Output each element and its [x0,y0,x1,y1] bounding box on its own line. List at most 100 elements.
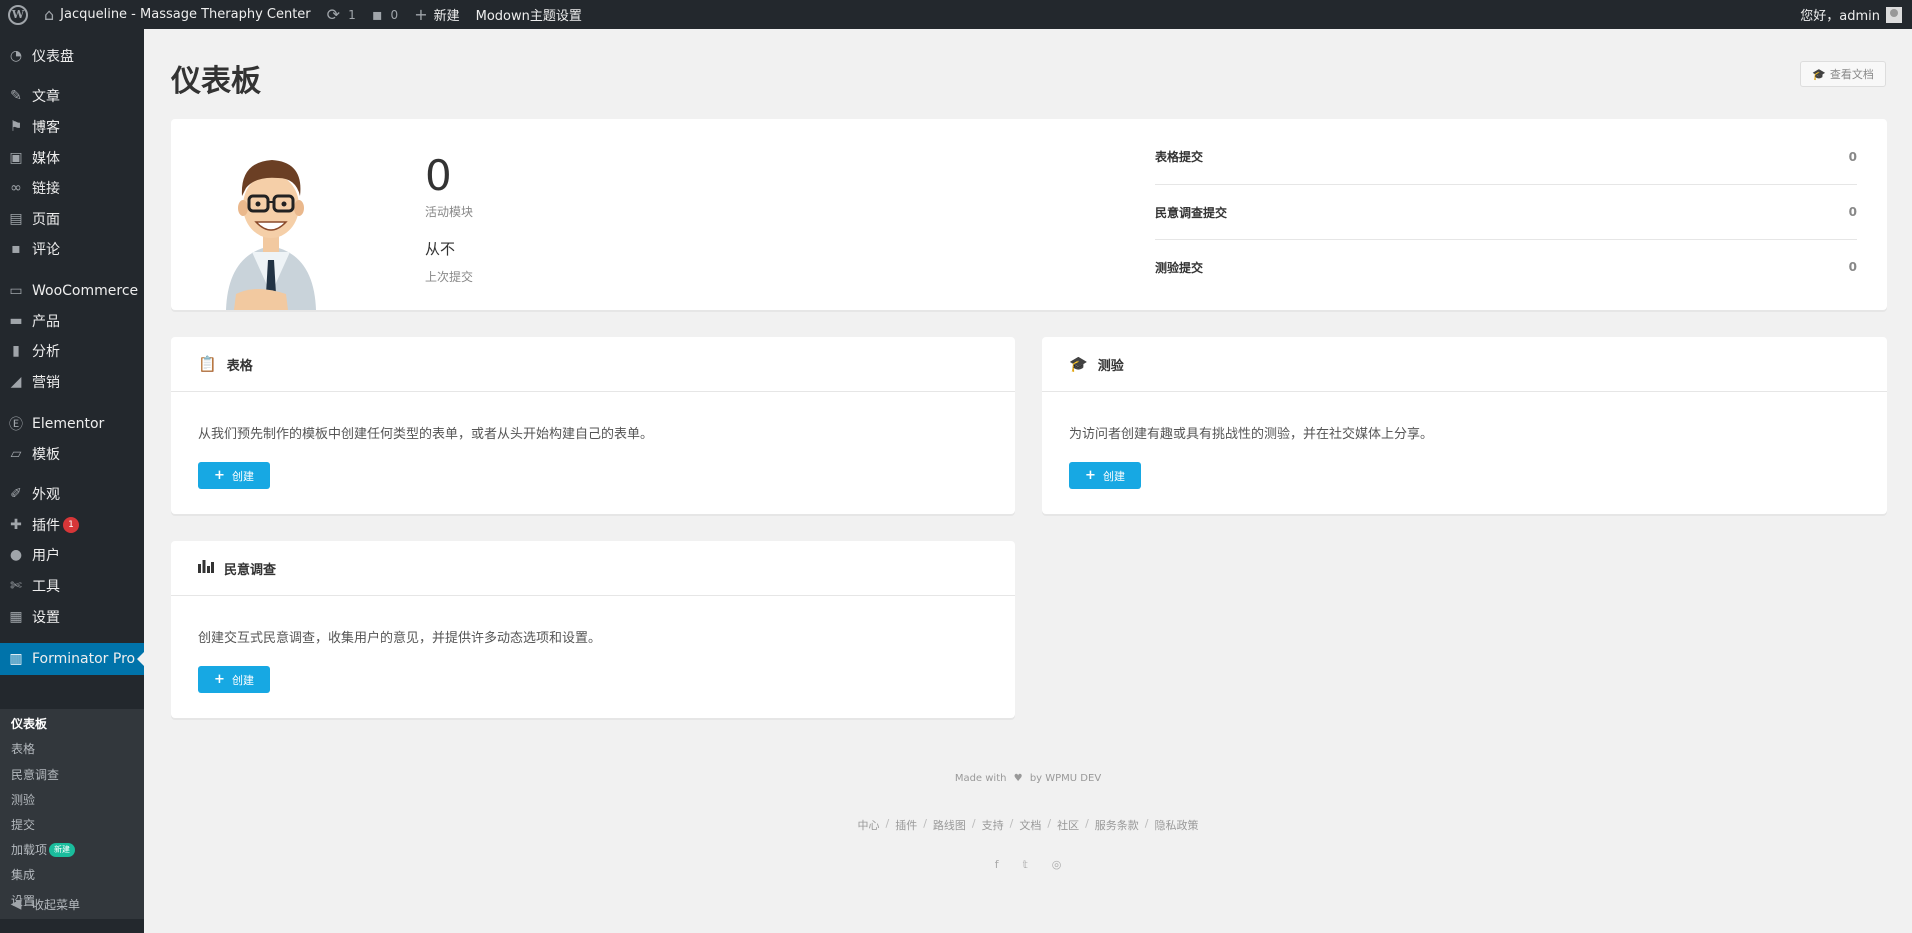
polls-module-description: 创建交互式民意调查，收集用户的意见，并提供许多动态选项和设置。 [198,631,602,646]
forms-module-card: 📋 表格 从我们预先制作的模板中创建任何类型的表单，或者从头开始构建自己的表单。… [171,337,1015,514]
quizzes-module-title: 测验 [1097,358,1124,374]
sidebar-item-users[interactable]: ● 用户 [0,542,144,568]
account-menu[interactable]: 您好，admin [1800,5,1912,24]
sidebar-item-settings[interactable]: ▦ 设置 [0,604,144,630]
pin-icon: ✎ [10,88,22,104]
footer-link-community[interactable]: 社区 [1057,817,1079,833]
footer-link-roadmap[interactable]: 路线图 [933,817,966,833]
instagram-icon[interactable]: ◎ [1052,858,1062,871]
plus-icon: + [214,672,225,687]
plus-icon: + [214,468,225,483]
footer-link-docs[interactable]: 文档 [1019,817,1041,833]
view-docs-button[interactable]: 🎓 查看文档 [1800,61,1886,87]
archive-icon: ▬ [9,313,23,329]
wordpress-icon: W [8,4,28,25]
sidebar-item-dashboard[interactable]: ◔ 仪表盘 [0,43,144,69]
forminator-submenu: 仪表板 表格 民意调查 测验 提交 加载项 新建 集成 设置 [0,709,144,919]
sidebar-item-analytics[interactable]: ▮ 分析 [0,338,144,364]
sidebar-item-templates[interactable]: ▱ 模板 [0,441,144,467]
sidebar-item-elementor[interactable]: Ⓔ Elementor [0,411,144,437]
new-content-menu[interactable]: + 新建 [406,0,467,29]
footer-link-privacy[interactable]: 隐私政策 [1155,817,1199,833]
footer-link-plugins[interactable]: 插件 [895,817,917,833]
stat-row-quiz-submissions: 测验提交 0 [1155,239,1857,294]
page-icon: ▤ [9,211,23,227]
theme-settings-link[interactable]: Modown主题设置 [468,0,590,29]
sidebar-item-comments[interactable]: ▪ 评论 [0,236,144,262]
sidebar-item-tools[interactable]: ✄ 工具 [0,573,144,599]
last-submission-label: 上次提交 [425,270,474,284]
sidebar-item-appearance[interactable]: ✐ 外观 [0,481,144,507]
create-label: 创建 [231,673,254,687]
sidebar-item-media[interactable]: ▣ 媒体 [0,145,144,171]
sidebar-item-products[interactable]: ▬ 产品 [0,308,144,334]
brush-icon: ✐ [10,486,22,502]
stat-name: 表格提交 [1155,150,1204,164]
footer-separator: / [923,817,927,830]
new-badge: 新建 [49,842,76,857]
updates-count: 1 [348,7,356,22]
create-quiz-button[interactable]: + 创建 [1069,462,1141,489]
create-label: 创建 [1102,469,1125,483]
submenu-dashboard[interactable]: 仪表板 [11,715,47,732]
submenu-integrations[interactable]: 集成 [11,866,35,883]
plus-icon: + [414,4,428,24]
sidebar-item-plugins[interactable]: ✚ 插件 1 [0,512,144,538]
sidebar-item-label: 插件 [32,518,60,534]
woo-icon: ▭ [9,283,23,299]
page-title: 仪表板 [171,64,261,99]
footer-separator: / [1047,817,1052,830]
submenu-submissions[interactable]: 提交 [11,816,35,833]
sidebar-item-label: 用户 [32,548,60,564]
collapse-menu-button[interactable]: ◀ 收起菜单 [0,891,144,917]
submenu-label: 加载项 [11,843,48,857]
collapse-icon: ◀ [10,896,22,912]
footer-link-hub[interactable]: 中心 [857,817,879,833]
stat-value: 0 [1848,149,1857,164]
submenu-label: 民意调查 [11,768,60,782]
greeting: 您好，admin [1800,9,1880,24]
sidebar-item-posts[interactable]: ✎ 文章 [0,83,144,109]
updates-link[interactable]: ⟳ 1 [319,0,364,29]
site-name-link[interactable]: ⌂ Jacqueline - Massage Theraphy Center [36,0,319,29]
footer-credit: Made with ♥ by WPMU DEV [144,773,1912,784]
footer-separator: / [885,817,890,830]
comment-icon: ▪ [11,241,21,257]
settings-icon: ▦ [9,609,23,625]
submenu-quizzes[interactable]: 测验 [11,791,35,808]
submenu-label: 提交 [11,818,36,832]
polls-module-card: 民意调查 创建交互式民意调查，收集用户的意见，并提供许多动态选项和设置。 + 创… [171,541,1015,718]
sidebar-item-label: Forminator Pro [32,651,136,667]
sidebar-item-blog[interactable]: ⚑ 博客 [0,114,144,140]
sidebar-item-woocommerce[interactable]: ▭ WooCommerce [0,278,144,304]
wordpress-menu[interactable]: W [0,0,36,29]
site-name: Jacqueline - Massage Theraphy Center [60,7,311,22]
sidebar-item-links[interactable]: ∞ 链接 [0,175,144,201]
submenu-forms[interactable]: 表格 [11,740,35,757]
polls-module-header: 民意调查 [171,541,1015,596]
quizzes-module-card: 🎓 测验 为访问者创建有趣或具有挑战性的测验，并在社交媒体上分享。 + 创建 [1042,337,1887,514]
footer-links: 中心 / 插件 / 路线图 / 支持 / 文档 / 社区 / 服务条款 / 隐私政策 [144,817,1912,833]
comments-link[interactable]: ▪ 0 [364,0,406,29]
admin-bar: W ⌂ Jacqueline - Massage Theraphy Center… [0,0,1912,29]
footer-link-support[interactable]: 支持 [982,817,1004,833]
create-form-button[interactable]: + 创建 [198,462,270,489]
sidebar-item-marketing[interactable]: ◢ 营销 [0,369,144,395]
avatar [1886,6,1902,23]
twitter-icon[interactable]: 𝕥 [1023,858,1028,871]
submenu-addons[interactable]: 加载项 新建 [11,841,76,858]
media-icon: ▣ [9,150,23,166]
facebook-icon[interactable]: f [995,858,999,871]
create-poll-button[interactable]: + 创建 [198,666,270,693]
sidebar-item-label: 评论 [32,242,60,258]
submenu-polls[interactable]: 民意调查 [11,766,59,783]
sidebar-item-label: 营销 [32,375,60,391]
theme-settings-label: Modown主题设置 [475,9,582,24]
sidebar-item-label: WooCommerce [32,283,139,299]
megaphone-icon: ◢ [10,374,22,390]
sidebar-item-forminator[interactable]: ▥ Forminator Pro [0,643,144,675]
stat-value: 0 [1848,260,1857,274]
update-badge: 1 [63,517,79,533]
footer-link-terms[interactable]: 服务条款 [1095,817,1139,833]
sidebar-item-pages[interactable]: ▤ 页面 [0,206,144,232]
